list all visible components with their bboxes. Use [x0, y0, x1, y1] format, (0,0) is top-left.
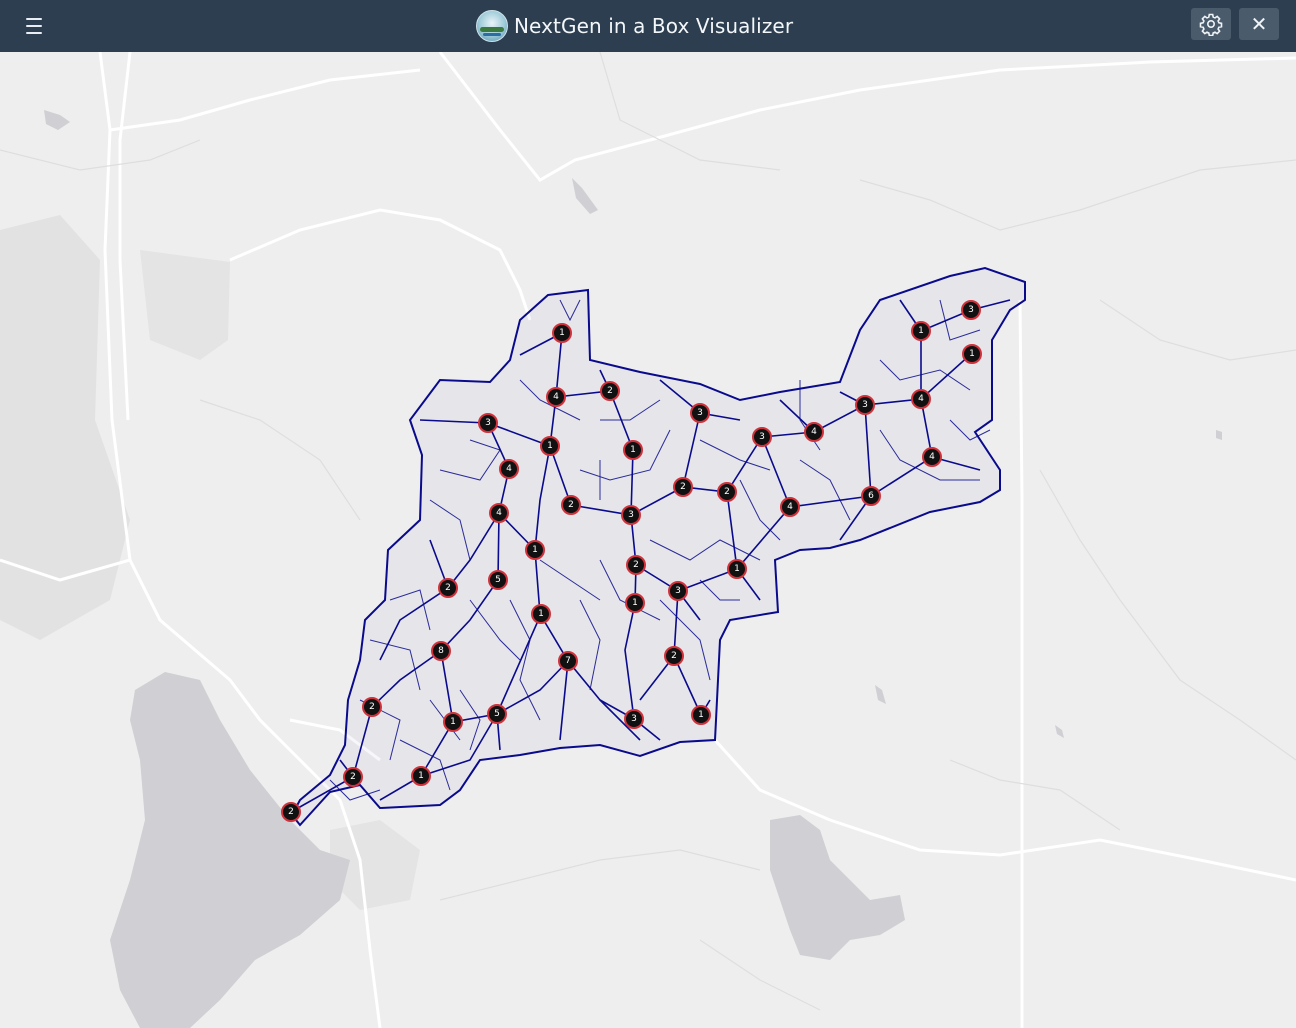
cluster-count: 6	[868, 491, 874, 501]
cluster-marker[interactable]: 4	[804, 422, 824, 442]
app-title-group: NextGen in a Box Visualizer	[476, 8, 793, 44]
cluster-marker[interactable]: 1	[443, 712, 463, 732]
cluster-marker[interactable]: 4	[499, 459, 519, 479]
gear-icon	[1199, 13, 1223, 36]
cluster-count: 1	[698, 710, 704, 720]
cluster-marker[interactable]: 2	[664, 646, 684, 666]
app-logo	[476, 10, 508, 42]
cluster-marker[interactable]: 2	[343, 767, 363, 787]
cluster-count: 1	[418, 771, 424, 781]
cluster-count: 8	[438, 646, 444, 656]
cluster-count: 7	[565, 656, 571, 666]
cluster-marker[interactable]: 5	[487, 704, 507, 724]
settings-button[interactable]	[1191, 8, 1231, 40]
cluster-marker[interactable]: 3	[961, 300, 981, 320]
cluster-count: 1	[450, 717, 456, 727]
cluster-marker[interactable]: 5	[488, 570, 508, 590]
cluster-marker[interactable]: 4	[489, 503, 509, 523]
cluster-count: 4	[787, 502, 793, 512]
cluster-count: 2	[724, 487, 730, 497]
cluster-count: 2	[350, 772, 356, 782]
cluster-marker[interactable]: 3	[624, 709, 644, 729]
cluster-count: 1	[632, 598, 638, 608]
cluster-marker[interactable]: 4	[922, 447, 942, 467]
cluster-marker[interactable]: 1	[623, 440, 643, 460]
cluster-count: 3	[968, 305, 974, 315]
cluster-marker[interactable]: 3	[855, 395, 875, 415]
cluster-count: 1	[547, 441, 553, 451]
cluster-marker[interactable]: 1	[911, 321, 931, 341]
cluster-count: 4	[506, 464, 512, 474]
cluster-marker[interactable]: 1	[540, 436, 560, 456]
cluster-marker[interactable]: 1	[411, 766, 431, 786]
cluster-count: 1	[559, 328, 565, 338]
cluster-count: 1	[532, 545, 538, 555]
cluster-marker[interactable]: 1	[727, 559, 747, 579]
cluster-marker[interactable]: 3	[690, 403, 710, 423]
cluster-count: 3	[675, 586, 681, 596]
cluster-count: 1	[734, 564, 740, 574]
cluster-count: 2	[568, 500, 574, 510]
close-button[interactable]: ✕	[1239, 8, 1279, 40]
cluster-count: 3	[485, 418, 491, 428]
cluster-count: 1	[969, 349, 975, 359]
cluster-marker[interactable]: 2	[673, 477, 693, 497]
cluster-count: 2	[633, 560, 639, 570]
cluster-count: 4	[496, 508, 502, 518]
cluster-count: 4	[918, 394, 924, 404]
cluster-marker[interactable]: 2	[281, 802, 301, 822]
cluster-marker[interactable]: 8	[431, 641, 451, 661]
cluster-marker[interactable]: 3	[621, 505, 641, 525]
cluster-marker[interactable]: 2	[717, 482, 737, 502]
cluster-marker[interactable]: 1	[625, 593, 645, 613]
cluster-count: 2	[288, 807, 294, 817]
cluster-count: 2	[680, 482, 686, 492]
cluster-marker[interactable]: 3	[668, 581, 688, 601]
cluster-count: 4	[929, 452, 935, 462]
cluster-marker[interactable]: 1	[552, 323, 572, 343]
map-svg: 1 2 4 3 3 3 4 3 1 3 1 4 1 1 4 4 2 2 3 2 …	[0, 52, 1296, 1028]
cluster-marker[interactable]: 7	[558, 651, 578, 671]
close-icon: ✕	[1250, 12, 1268, 36]
cluster-marker[interactable]: 2	[561, 495, 581, 515]
cluster-marker[interactable]: 2	[600, 381, 620, 401]
app-header: NextGen in a Box Visualizer ✕	[0, 0, 1296, 52]
cluster-count: 1	[538, 609, 544, 619]
cluster-count: 4	[811, 427, 817, 437]
cluster-count: 3	[631, 714, 637, 724]
cluster-marker[interactable]: 4	[780, 497, 800, 517]
cluster-marker[interactable]: 3	[752, 427, 772, 447]
cluster-marker[interactable]: 6	[861, 486, 881, 506]
cluster-count: 2	[445, 583, 451, 593]
cluster-count: 3	[697, 408, 703, 418]
cluster-count: 4	[553, 392, 559, 402]
cluster-marker[interactable]: 2	[438, 578, 458, 598]
cluster-count: 3	[759, 432, 765, 442]
cluster-marker[interactable]: 3	[478, 413, 498, 433]
cluster-marker[interactable]: 1	[962, 344, 982, 364]
app-title: NextGen in a Box Visualizer	[514, 14, 794, 38]
cluster-marker[interactable]: 1	[525, 540, 545, 560]
cluster-count: 3	[862, 400, 868, 410]
cluster-count: 2	[369, 702, 375, 712]
cluster-marker[interactable]: 1	[691, 705, 711, 725]
cluster-marker[interactable]: 4	[546, 387, 566, 407]
cluster-marker[interactable]: 4	[911, 389, 931, 409]
cluster-count: 5	[494, 709, 500, 719]
cluster-count: 2	[671, 651, 677, 661]
cluster-count: 1	[630, 445, 636, 455]
cluster-count: 2	[607, 386, 613, 396]
hamburger-menu-icon[interactable]	[20, 13, 48, 39]
cluster-marker[interactable]: 2	[626, 555, 646, 575]
cluster-count: 5	[495, 575, 501, 585]
cluster-marker[interactable]: 1	[531, 604, 551, 624]
cluster-marker[interactable]: 2	[362, 697, 382, 717]
map-canvas[interactable]: 1 2 4 3 3 3 4 3 1 3 1 4 1 1 4 4 2 2 3 2 …	[0, 52, 1296, 1028]
cluster-count: 3	[628, 510, 634, 520]
cluster-count: 1	[918, 326, 924, 336]
